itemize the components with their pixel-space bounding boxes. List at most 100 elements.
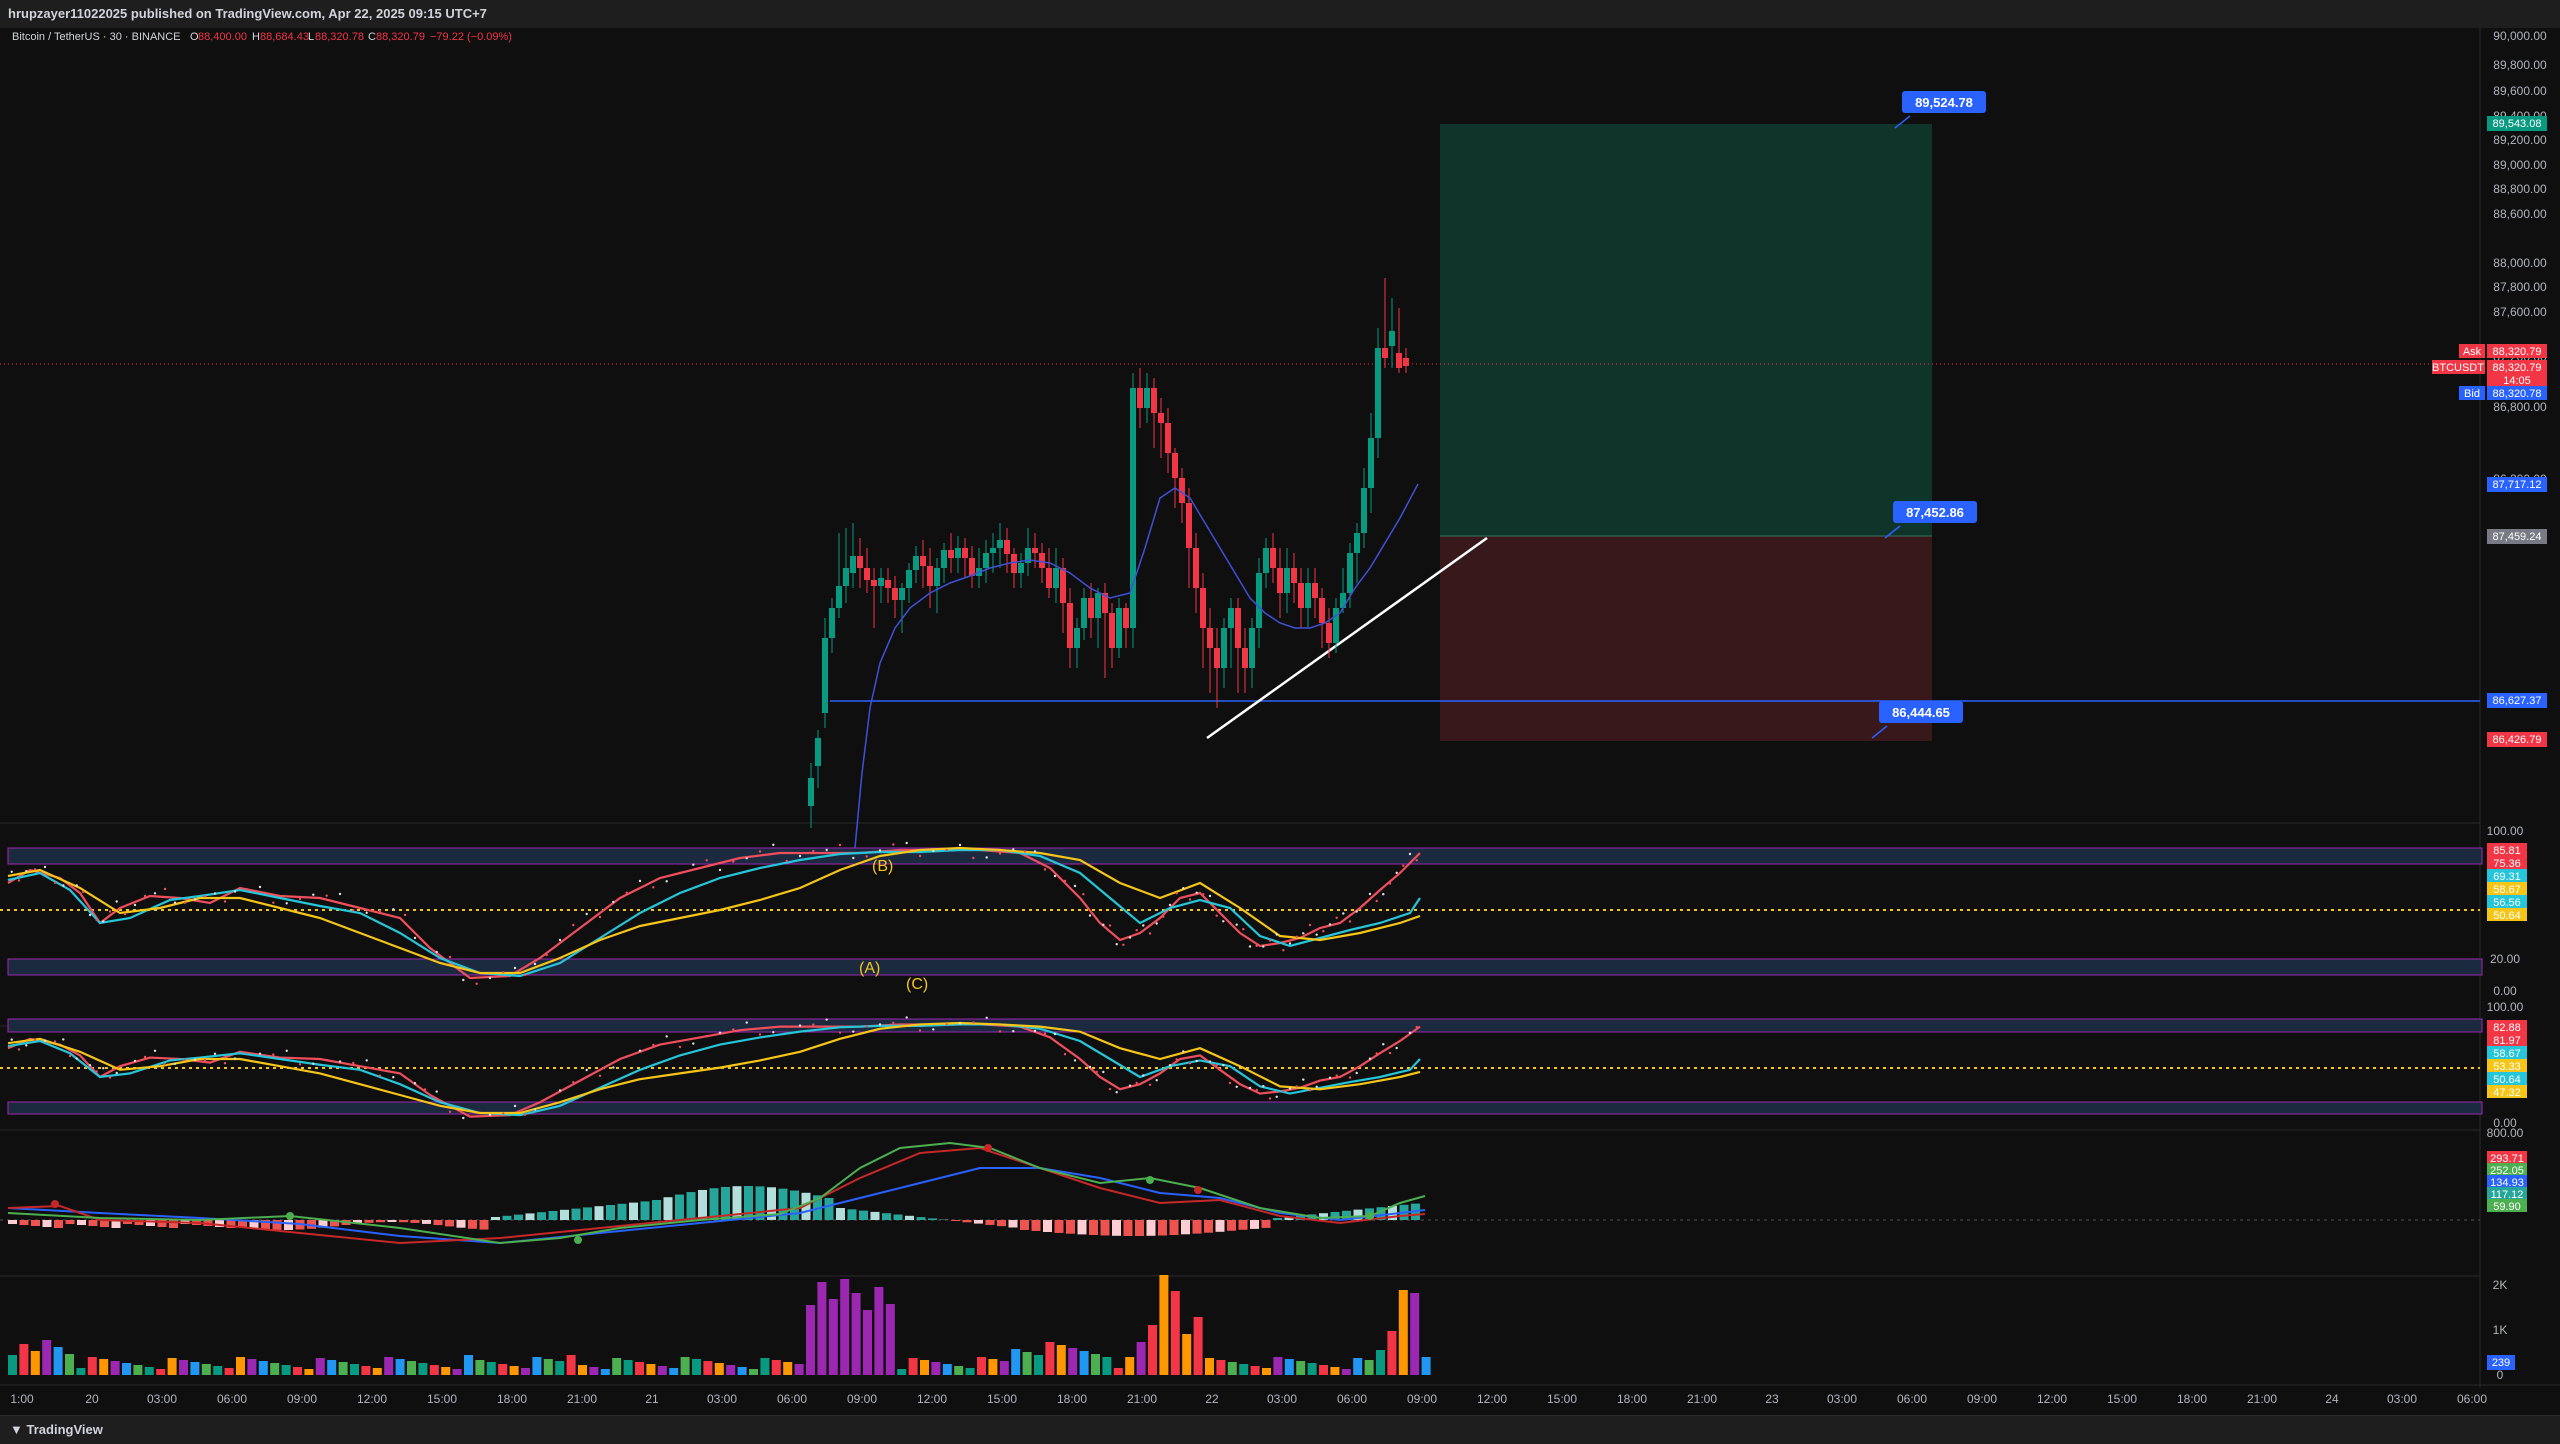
position-tool[interactable] (1440, 124, 1932, 741)
signal-dot (1322, 930, 1324, 932)
signal-dot (134, 904, 136, 906)
signal-dot (25, 1044, 27, 1046)
indicator-value: 69.31 (2493, 871, 2521, 883)
volume-bar (909, 1358, 918, 1375)
time-tick: 03:00 (707, 1392, 737, 1406)
signal-dot (214, 892, 216, 894)
signal-dot (626, 1055, 628, 1057)
volume-bar (806, 1305, 815, 1375)
volume-bar (966, 1368, 975, 1375)
macd-histogram-bar (1227, 1220, 1236, 1231)
signal-dot (326, 1059, 328, 1061)
price-tick: 87,800.00 (2493, 280, 2547, 294)
volume-bar (601, 1369, 610, 1375)
time-tick: 15:00 (2107, 1392, 2137, 1406)
chart-canvas[interactable]: Bitcoin / TetherUS · 30 · BINANCE O 88,4… (0, 28, 2560, 1415)
signal-dot (999, 1030, 1001, 1032)
signal-dot (449, 1111, 451, 1113)
indicator-value: 58.67 (2493, 884, 2521, 896)
signal-dot (489, 1114, 491, 1116)
signal-dot (312, 894, 314, 896)
loss-zone[interactable] (1440, 536, 1932, 741)
time-tick: 12:00 (917, 1392, 947, 1406)
signal-dot (1156, 1079, 1158, 1081)
signal-dot (392, 908, 394, 910)
signal-dot (366, 1059, 368, 1061)
macd-histogram-bar (468, 1220, 477, 1229)
volume-bar (88, 1357, 97, 1375)
profit-zone[interactable] (1440, 124, 1932, 536)
volume-bar (213, 1366, 222, 1375)
macd-cross-dot (984, 1144, 992, 1152)
time-tick: 21:00 (1687, 1392, 1717, 1406)
volume-bar (1216, 1360, 1225, 1375)
signal-dot (514, 1105, 516, 1107)
macd-histogram-bar (43, 1220, 52, 1227)
signal-dot (1044, 868, 1046, 870)
signal-dot (1129, 1085, 1131, 1087)
volume-bar (1182, 1334, 1191, 1375)
hline-axis-label: 86,627.37 (2493, 695, 2542, 707)
time-tick: 06:00 (777, 1392, 807, 1406)
signal-dot (379, 910, 381, 912)
signal-dot (524, 974, 526, 976)
price-tick: 90,000.00 (2493, 29, 2547, 43)
signal-dot (1162, 1070, 1164, 1072)
signal-dot (1302, 932, 1304, 934)
time-tick: 12:00 (357, 1392, 387, 1406)
time-tick: 03:00 (1267, 1392, 1297, 1406)
signal-dot (639, 880, 641, 882)
macd-histogram-bar (365, 1220, 374, 1223)
volume-bar (1068, 1348, 1077, 1375)
volume-bar (168, 1358, 177, 1375)
signal-dot (559, 939, 561, 941)
signal-dot (812, 850, 814, 852)
volume-bar (1057, 1345, 1066, 1375)
signal-dot (1074, 1059, 1076, 1061)
signal-dot (666, 880, 668, 882)
signal-dot (732, 1028, 734, 1030)
signal-dot (424, 942, 426, 944)
signal-dot (352, 1062, 354, 1064)
time-tick: 06:00 (1337, 1392, 1367, 1406)
macd-histogram-bar (1262, 1220, 1271, 1228)
macd-histogram-bar (583, 1207, 592, 1220)
volume-bar (795, 1364, 804, 1375)
macd-histogram-bar (882, 1213, 891, 1220)
signal-dot (1369, 893, 1371, 895)
tradingview-logo: ▼ TradingView (10, 1422, 103, 1437)
signal-dot (1136, 929, 1138, 931)
signal-dot (1349, 1076, 1351, 1078)
signal-dot (1349, 920, 1351, 922)
macd-histogram-bar (928, 1218, 937, 1220)
signal-dot (879, 1023, 881, 1025)
macd-cross-dot (286, 1212, 294, 1220)
signal-dot (1316, 934, 1318, 936)
volume-bar (464, 1355, 473, 1375)
macd-histogram-bar (54, 1220, 63, 1228)
signal-dot (1316, 1086, 1318, 1088)
macd-cross-dot (1194, 1186, 1202, 1194)
signal-dot (116, 900, 118, 902)
signal-dot (959, 844, 961, 846)
signal-dot (1096, 1071, 1098, 1073)
signal-dot (476, 1115, 478, 1117)
signal-dot (109, 1076, 111, 1078)
volume-bar (418, 1363, 427, 1375)
signal-dot (1122, 944, 1124, 946)
signal-dot (34, 1039, 36, 1041)
signal-dot (692, 864, 694, 866)
signal-dot (1336, 1074, 1338, 1076)
signal-dot (339, 1060, 341, 1062)
signal-dot (1276, 1096, 1278, 1098)
macd-histogram-bar (641, 1201, 650, 1220)
signal-dot (299, 1063, 301, 1065)
signal-dot (1329, 1077, 1331, 1079)
time-tick: 21 (645, 1392, 659, 1406)
time-tick: 21:00 (1127, 1392, 1157, 1406)
signal-dot (826, 1018, 828, 1020)
time-tick: 22 (1205, 1392, 1219, 1406)
signal-dot (462, 979, 464, 981)
tp-axis-label: 89,543.08 (2493, 118, 2542, 130)
signal-dot (154, 892, 156, 894)
